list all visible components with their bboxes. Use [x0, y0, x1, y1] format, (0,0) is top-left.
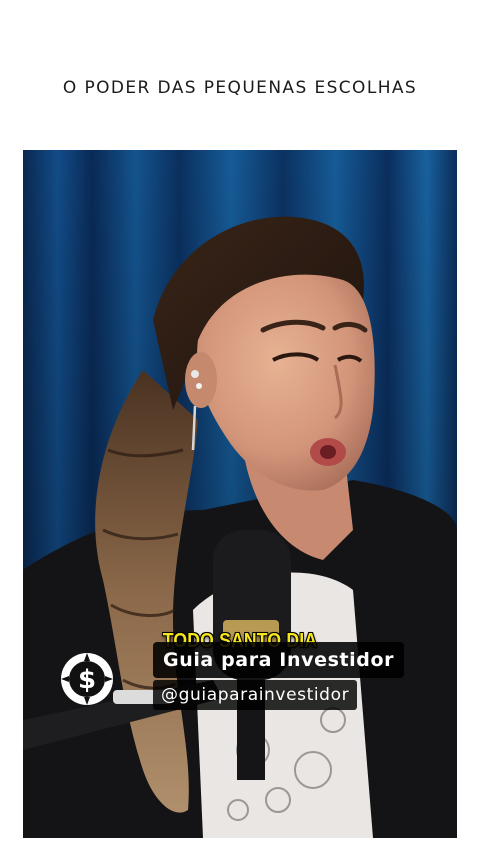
video-frame	[23, 150, 457, 838]
dollar-coin-icon[interactable]: $	[60, 652, 114, 706]
channel-name[interactable]: Guia para Investidor	[153, 642, 405, 678]
svg-text:$: $	[78, 665, 96, 695]
video-player[interactable]: TODO SANTO DIA $ Guia para Investidor @g…	[23, 150, 457, 838]
channel-handle[interactable]: @guiaparainvestidor	[153, 680, 358, 710]
page-title: O PODER DAS PEQUENAS ESCOLHAS	[62, 78, 418, 98]
